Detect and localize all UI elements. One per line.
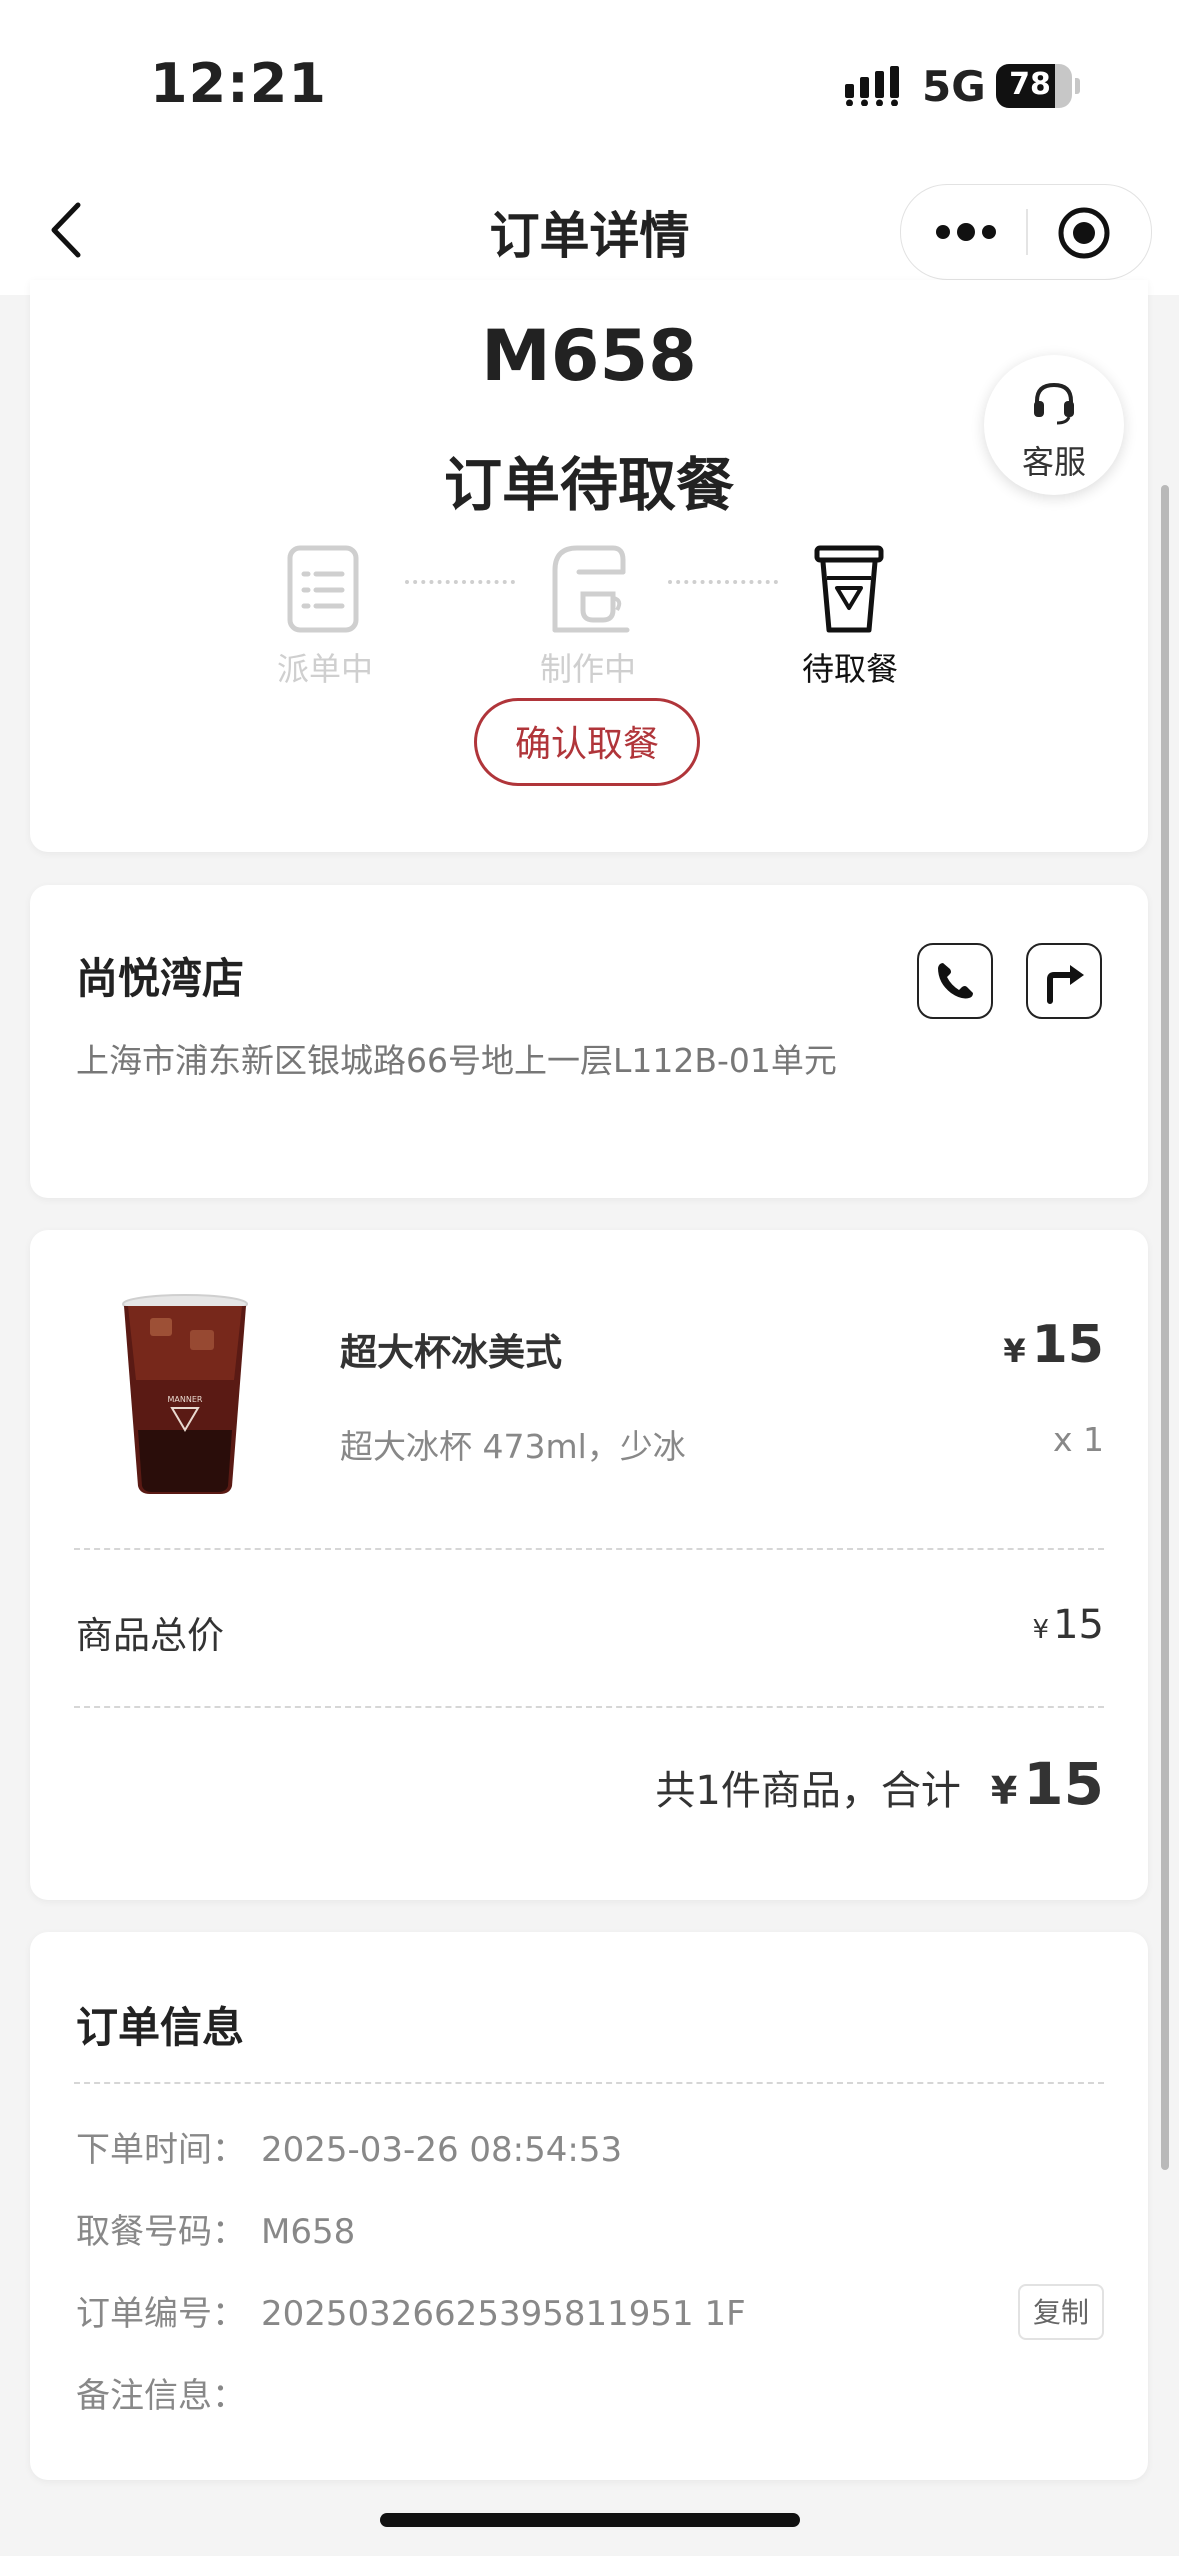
battery-percent: 78 <box>1009 67 1051 102</box>
currency-symbol: ¥ <box>1032 1615 1050 1645</box>
status-bar: 12:21 5G 78 <box>0 0 1179 170</box>
directions-icon <box>1047 965 1084 1004</box>
product-name: 超大杯冰美式 <box>340 1331 562 1374</box>
total-value: ¥15 <box>991 1750 1104 1818</box>
call-store-button[interactable] <box>917 943 993 1019</box>
step-label-making: 制作中 <box>539 650 636 688</box>
product-price-value: 15 <box>1031 1315 1104 1375</box>
network-type: 5G <box>922 62 986 111</box>
info-label: 取餐号码： <box>76 2212 246 2252</box>
info-row-remark: 备注信息： <box>76 2368 261 2417</box>
order-info-title: 订单信息 <box>76 2003 245 2052</box>
order-list-icon <box>287 545 359 633</box>
svg-text:MANNER: MANNER <box>168 1395 203 1404</box>
step-label-ready: 待取餐 <box>801 650 898 688</box>
order-info-card: 订单信息 下单时间： 2025-03-26 08:54:53 取餐号码： M658 … <box>30 1932 1148 2480</box>
navigate-store-button[interactable] <box>1026 943 1102 1019</box>
scrollbar[interactable] <box>1161 485 1169 2170</box>
store-address: 上海市浦东新区银城路66号地上一层L112B-01单元 <box>76 1041 837 1080</box>
order-items-card: MANNER 超大杯冰美式 ¥15 超大冰杯 473ml，少冰 x 1 商品总价… <box>30 1230 1148 1900</box>
confirm-pickup-button[interactable]: 确认取餐 <box>474 698 700 786</box>
home-indicator[interactable] <box>380 2513 800 2527</box>
nav-bar: 订单详情 <box>0 170 1179 295</box>
copy-order-number-button[interactable]: 复制 <box>1018 2284 1104 2340</box>
more-dots-icon[interactable] <box>931 209 1001 255</box>
order-status-title: 订单待取餐 <box>443 451 734 519</box>
info-row-order-time: 下单时间： 2025-03-26 08:54:53 <box>76 2122 622 2171</box>
headset-icon <box>1034 382 1074 425</box>
info-row-pickup-code: 取餐号码： M658 <box>76 2204 355 2253</box>
coffee-machine-icon <box>552 545 630 633</box>
product-price: ¥15 <box>1003 1315 1104 1375</box>
battery-icon: 78 <box>996 64 1072 108</box>
info-row-order-number: 订单编号： 20250326625395811951 1F <box>76 2286 746 2335</box>
total-amount: 15 <box>1023 1750 1104 1818</box>
info-value: 20250326625395811951 1F <box>261 2294 746 2334</box>
status-time: 12:21 <box>150 52 327 115</box>
dashed-divider <box>74 2082 1104 2084</box>
subtotal-value: ¥15 <box>1033 1602 1104 1648</box>
capsule-divider <box>1026 209 1028 255</box>
step-connector <box>668 580 778 584</box>
customer-service-button[interactable]: 客服 <box>984 355 1124 495</box>
customer-service-label: 客服 <box>1021 443 1086 481</box>
close-target-icon[interactable] <box>1056 205 1112 261</box>
info-label: 下单时间： <box>76 2130 246 2170</box>
step-connector <box>405 580 515 584</box>
dashed-divider <box>74 1548 1104 1550</box>
signal-icon <box>845 66 899 106</box>
pickup-code: M658 <box>481 315 697 397</box>
product-quantity: x 1 <box>1052 1420 1104 1459</box>
info-value: 2025-03-26 08:54:53 <box>261 2130 623 2170</box>
info-label: 订单编号： <box>76 2294 246 2334</box>
subtotal-label: 商品总价 <box>76 1614 224 1657</box>
step-label-dispatching: 派单中 <box>276 650 373 688</box>
info-value: M658 <box>261 2212 356 2252</box>
currency-symbol: ¥ <box>990 1769 1018 1813</box>
phone-icon <box>938 963 973 999</box>
store-card: 尚悦湾店 上海市浦东新区银城路66号地上一层L112B-01单元 <box>30 885 1148 1198</box>
store-name: 尚悦湾店 <box>76 954 245 1003</box>
info-label: 备注信息： <box>76 2376 246 2416</box>
dashed-divider <box>74 1706 1104 1708</box>
total-text: 共1件商品，合计 <box>655 1768 961 1814</box>
iced-americano-image: MANNER <box>122 1294 248 1494</box>
miniprogram-capsule <box>900 184 1152 280</box>
subtotal-amount: 15 <box>1053 1602 1104 1648</box>
battery-nub <box>1075 78 1080 94</box>
pickup-cup-icon <box>814 545 884 633</box>
product-spec: 超大冰杯 473ml，少冰 <box>340 1427 686 1466</box>
currency-symbol: ¥ <box>1003 1332 1026 1370</box>
total-row: 共1件商品，合计 ¥15 <box>655 1750 1104 1818</box>
order-status-card: M658 订单待取餐 派单中 制作中 待取餐 确认取餐 <box>30 280 1148 852</box>
